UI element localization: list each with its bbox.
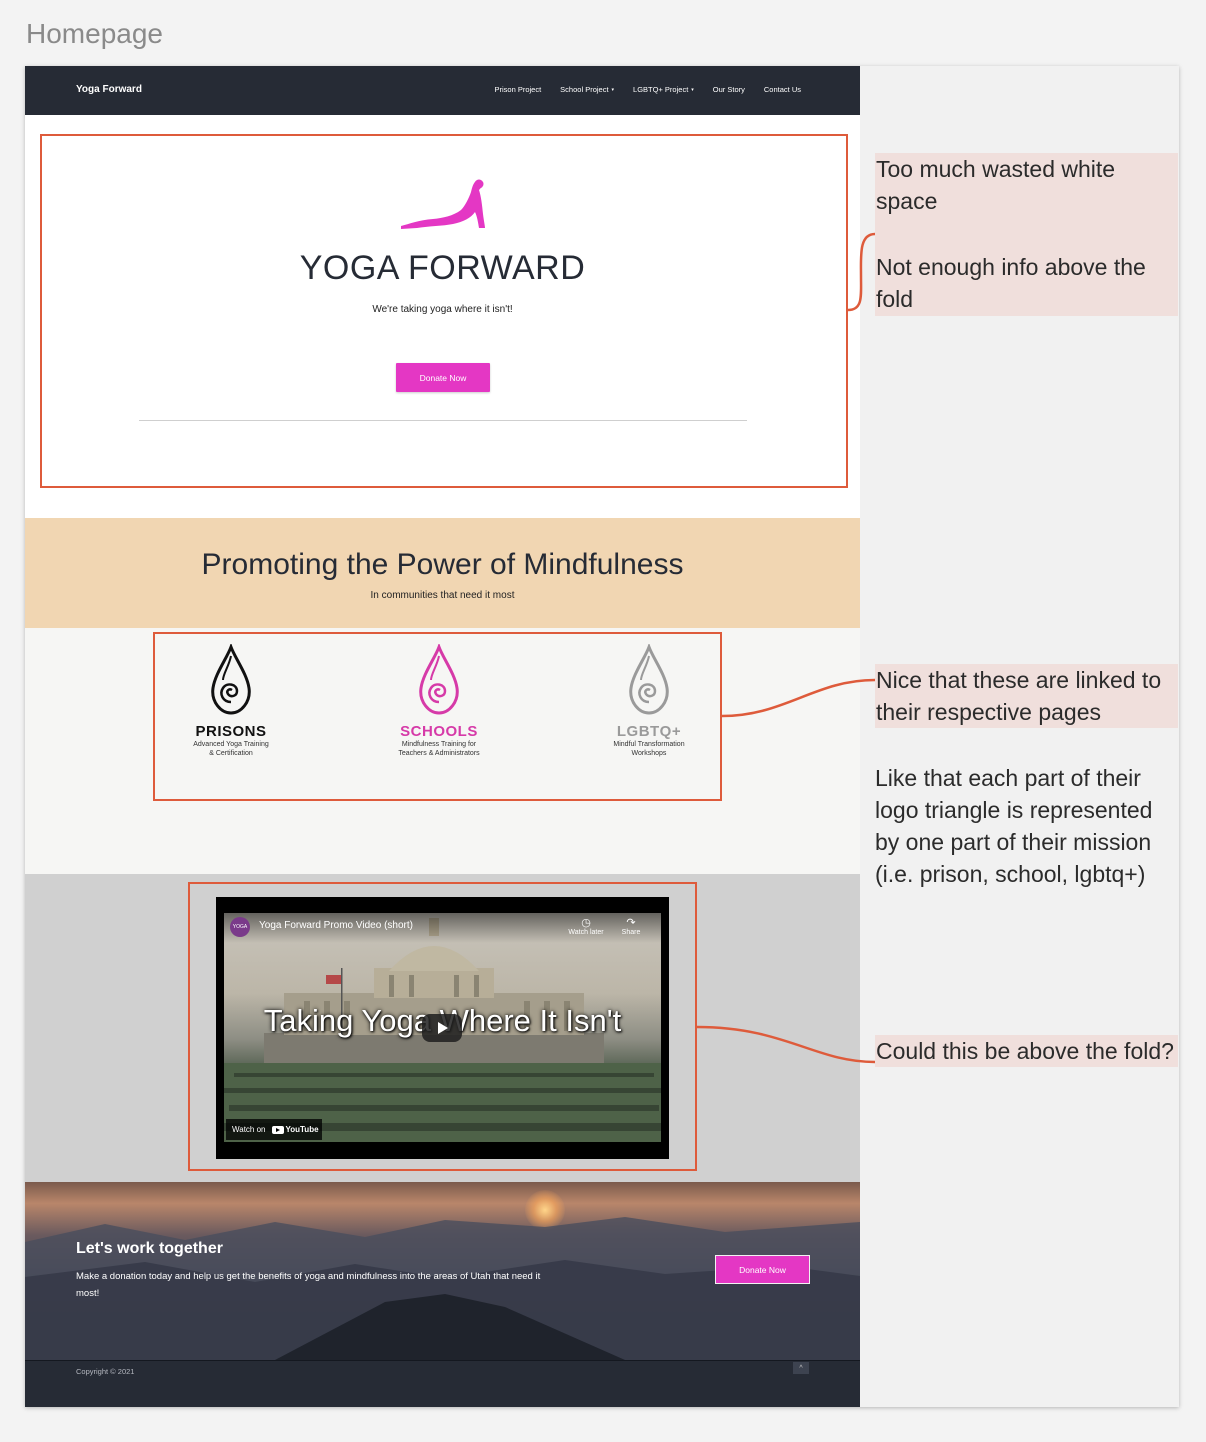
hero-section: YOGA FORWARD We're taking yoga where it … — [25, 115, 860, 518]
program-link-prisons[interactable]: PRISONS Advanced Yoga Training & Certifi… — [171, 642, 291, 758]
program-desc: & Certification — [209, 750, 253, 757]
spiral-drop-icon — [629, 642, 669, 715]
hero-title: YOGA FORWARD — [299, 249, 586, 287]
nav-item-label: Our Story — [712, 85, 745, 94]
nav-item-prison-project[interactable]: Prison Project — [494, 85, 541, 94]
share-button[interactable]: ↷ Share — [616, 917, 646, 936]
youtube-label: YouTube — [285, 1125, 319, 1134]
program-desc: Advanced Yoga Training — [193, 741, 269, 748]
program-name: SCHOOLS — [400, 723, 478, 740]
nav-item-contact-us[interactable]: Contact Us — [764, 85, 801, 94]
share-label: Share — [621, 929, 641, 936]
copyright-text: Copyright © 2021 — [76, 1367, 135, 1376]
annotation-programs: Nice that these are linked to their resp… — [875, 664, 1178, 728]
section-title: Promoting the Power of Mindfulness — [201, 548, 684, 581]
cta-section: Let's work together Make a donation toda… — [25, 1182, 860, 1360]
annotation-text: Nice that these are linked to their resp… — [876, 667, 1162, 725]
video-section: YOGA Yoga Forward Promo Video (short) ◷ … — [25, 874, 860, 1182]
video-embed: YOGA Yoga Forward Promo Video (short) ◷ … — [216, 897, 669, 1159]
cta-text: Make a donation today and help us get th… — [76, 1271, 541, 1299]
nav-item-school-project[interactable]: School Project ▾ — [560, 85, 614, 94]
nav-item-label: LGBTQ+ Project — [633, 85, 689, 94]
annotation-text: Not enough info above the fold — [876, 254, 1146, 312]
nav-item-label: Prison Project — [494, 85, 542, 94]
nav-menu: Prison Project School Project ▾ LGBTQ+ Pr… — [494, 85, 801, 94]
watch-later-button[interactable]: ◷ Watch later — [566, 917, 606, 936]
program-name: PRISONS — [195, 723, 267, 740]
nav-item-our-story[interactable]: Our Story — [713, 85, 745, 94]
nav-item-label: Contact Us — [763, 85, 801, 94]
yoga-pose-logo-icon — [401, 179, 485, 229]
chevron-down-icon: ▾ — [691, 86, 694, 93]
nav-item-label: School Project — [560, 85, 609, 94]
navbar: Yoga Forward Prison Project School Proje… — [25, 66, 860, 115]
spiral-drop-icon — [211, 642, 251, 715]
watch-later-label: Watch later — [568, 929, 604, 936]
program-desc: Mindful Transformation — [613, 741, 685, 748]
program-desc: Mindfulness Training for — [401, 741, 477, 748]
youtube-icon — [271, 1125, 284, 1134]
donate-button[interactable]: Donate Now — [396, 363, 490, 392]
annotation-video: Could this be above the fold? — [875, 1035, 1178, 1067]
programs-section: PRISONS Advanced Yoga Training & Certifi… — [25, 628, 860, 874]
annotation-hero: Too much wasted white space Not enough i… — [875, 153, 1178, 316]
donate-button[interactable]: Donate Now — [715, 1255, 810, 1284]
nav-item-lgbtq-project[interactable]: LGBTQ+ Project ▾ — [633, 85, 694, 94]
program-link-schools[interactable]: SCHOOLS Mindfulness Training for Teacher… — [379, 642, 499, 758]
video-title[interactable]: Yoga Forward Promo Video (short) — [259, 920, 413, 931]
annotation-text: Could this be above the fold? — [876, 1038, 1174, 1064]
board-title: Homepage — [26, 18, 163, 49]
section-subtitle: In communities that need it most — [370, 590, 515, 601]
annotation-programs-2: Like that each part of their logo triang… — [875, 762, 1178, 890]
program-link-lgbtq[interactable]: LGBTQ+ Mindful Transformation Workshops — [589, 642, 709, 758]
watch-on-youtube-link[interactable]: Watch on YouTube — [226, 1119, 322, 1140]
hero-tagline: We're taking yoga where it isn't! — [372, 304, 513, 315]
program-name: LGBTQ+ — [616, 723, 682, 740]
mindfulness-band: Promoting the Power of Mindfulness In co… — [25, 518, 860, 628]
share-icon: ↷ — [626, 917, 636, 929]
chevron-down-icon: ▾ — [611, 86, 615, 93]
program-desc: Teachers & Administrators — [398, 750, 480, 757]
brand-link[interactable]: Yoga Forward — [76, 84, 142, 95]
mockup-frame: Yoga Forward Prison Project School Proje… — [25, 66, 1179, 1407]
cta-title: Let's work together — [76, 1240, 223, 1257]
website-screenshot: Yoga Forward Prison Project School Proje… — [25, 66, 860, 1407]
channel-avatar[interactable]: YOGA — [230, 917, 250, 937]
play-icon[interactable] — [422, 1014, 462, 1042]
program-desc: Workshops — [631, 750, 667, 757]
watch-on-label: Watch on — [232, 1125, 266, 1134]
annotation-text: Too much wasted white space — [876, 156, 1116, 214]
annotation-text: Like that each part of their logo triang… — [875, 765, 1153, 887]
footer: Copyright © 2021 ^ — [25, 1360, 860, 1407]
clock-icon: ◷ — [581, 917, 591, 929]
divider — [139, 420, 747, 421]
youtube-logo: YouTube — [271, 1125, 319, 1134]
spiral-drop-icon — [419, 642, 459, 715]
back-to-top-button[interactable]: ^ — [793, 1362, 809, 1374]
video-player[interactable]: YOGA Yoga Forward Promo Video (short) ◷ … — [224, 913, 661, 1142]
